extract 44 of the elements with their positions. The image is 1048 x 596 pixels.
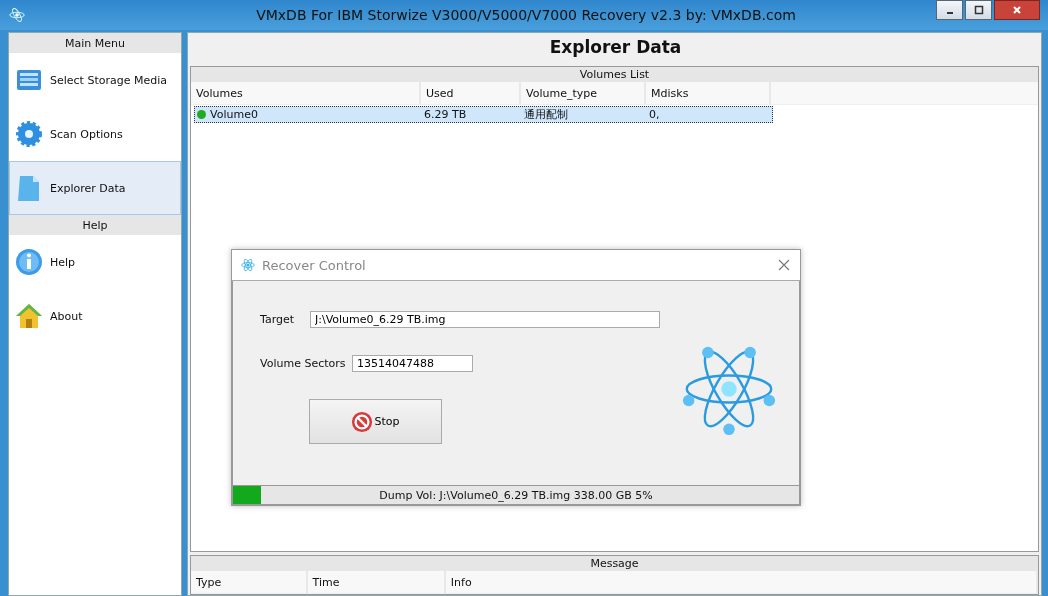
- house-icon: [14, 301, 44, 331]
- no-entry-icon: [351, 410, 374, 433]
- app-icon: [8, 6, 26, 24]
- progress-text: Dump Vol: J:\Volume0_6.29 TB.img 338.00 GB 5%: [379, 488, 653, 502]
- close-icon: [778, 259, 790, 271]
- input-field[interactable]: J:\Volume0_6.29 TB.img: [310, 310, 660, 328]
- sidebar-item[interactable]: Scan Options: [9, 107, 181, 161]
- page-title: Explorer Data: [548, 36, 683, 59]
- column-header[interactable]: Volumes: [191, 82, 421, 104]
- close-button[interactable]: [994, 0, 1040, 20]
- section-header: Help: [9, 215, 181, 235]
- close-icon: [1012, 5, 1022, 15]
- column-header[interactable]: Type: [191, 571, 308, 593]
- column-header[interactable]: Info: [445, 571, 1038, 593]
- sidebar-item[interactable]: Help: [9, 235, 181, 289]
- input-field[interactable]: 13514047488: [352, 354, 473, 372]
- column-header[interactable]: Mdisks: [646, 82, 771, 104]
- table-cell: 通用配制: [524, 107, 568, 122]
- maximize-icon: [973, 5, 984, 15]
- atom-icon: [240, 257, 256, 273]
- column-header[interactable]: Volume_type: [521, 82, 646, 104]
- window-title: VMxDB For IBM Storwize V3000/V5000/V7000 Recovery v2.3 by: VMxDB.com: [255, 7, 797, 23]
- section-header: Main Menu: [9, 33, 181, 53]
- table-cell: Volume0: [210, 108, 258, 121]
- column-header[interactable]: Used: [421, 82, 521, 104]
- gear-icon: [14, 119, 44, 149]
- info-icon: [14, 247, 44, 277]
- panel-title: Message: [191, 556, 1038, 571]
- sidebar-item[interactable]: About: [9, 289, 181, 343]
- column-header[interactable]: Time: [307, 571, 446, 593]
- maximize-button[interactable]: [965, 0, 992, 20]
- sidebar-item[interactable]: Explorer Data: [9, 161, 181, 215]
- table-cell: 0,: [649, 108, 660, 121]
- field-label: Volume Sectors: [260, 356, 347, 370]
- sidebar-item[interactable]: Select Storage Media: [9, 53, 181, 107]
- table-row[interactable]: Volume0 6.29 TB 通用配制 0,: [194, 106, 773, 123]
- minimize-icon: [946, 12, 953, 14]
- field-label: Target: [260, 312, 296, 326]
- minimize-button[interactable]: [936, 0, 963, 20]
- stop-button[interactable]: Stop: [309, 399, 442, 444]
- table-cell: 6.29 TB: [424, 108, 467, 121]
- close-button[interactable]: [776, 257, 792, 273]
- panel-title: Volumes List: [191, 67, 1038, 82]
- dialog-title: Recover Control: [262, 257, 366, 273]
